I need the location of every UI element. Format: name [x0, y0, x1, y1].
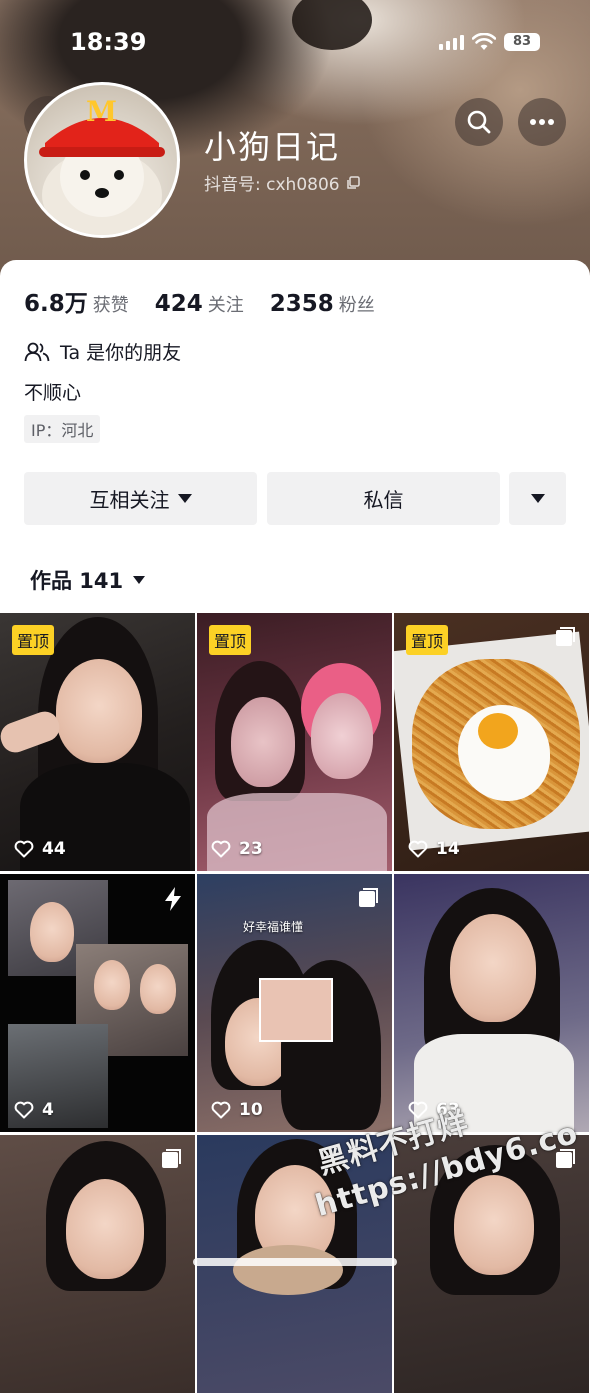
- caret-down-icon: [530, 494, 545, 503]
- signal-icon: [439, 34, 464, 50]
- hat-logo: M: [86, 95, 117, 128]
- heart-icon: [211, 1101, 231, 1119]
- wifi-icon: [472, 33, 496, 50]
- post-tile[interactable]: 4: [0, 874, 195, 1132]
- friend-text: Ta 是你的朋友: [60, 342, 182, 364]
- gallery-icon: [556, 627, 575, 646]
- heart-icon: [14, 1101, 34, 1119]
- status-bar: 18:39 83: [0, 0, 590, 88]
- like-count: 4: [14, 1100, 54, 1120]
- post-thumbnail: [259, 978, 333, 1042]
- search-button[interactable]: [455, 98, 503, 146]
- status-time: 18:39: [70, 28, 147, 56]
- works-label: 作品 141: [30, 569, 124, 593]
- douyin-id: 抖音号: cxh0806: [204, 175, 340, 195]
- ip-location: IP：河北: [24, 415, 101, 443]
- pinned-badge: 置顶: [12, 625, 55, 655]
- profile-name: 小狗日记: [204, 128, 341, 166]
- post-tile[interactable]: 置顶 14: [394, 613, 589, 871]
- status-icons: 83: [439, 33, 540, 51]
- stat-following[interactable]: 424 关注: [155, 291, 244, 317]
- pinned-badge: 置顶: [406, 625, 449, 655]
- more-button[interactable]: [518, 98, 566, 146]
- post-tile[interactable]: 好幸福谁懂 10: [197, 874, 392, 1132]
- message-label: 私信: [363, 488, 404, 512]
- bio-text: 不顺心: [24, 382, 82, 404]
- post-tile[interactable]: [0, 1135, 195, 1393]
- works-tab[interactable]: 作品 141: [30, 565, 146, 595]
- heart-icon: [211, 840, 231, 858]
- avatar[interactable]: M: [24, 82, 180, 238]
- mutual-follow-button[interactable]: 互相关注: [24, 472, 257, 525]
- gallery-icon: [359, 888, 378, 907]
- stat-followers[interactable]: 2358 粉丝: [270, 291, 375, 317]
- stats-row: 6.8万 获赞 424 关注 2358 粉丝: [24, 284, 375, 318]
- pinned-badge: 置顶: [209, 625, 252, 655]
- post-thumbnail: [311, 693, 373, 779]
- like-count: 10: [211, 1100, 263, 1120]
- douyin-id-row[interactable]: 抖音号: cxh0806: [204, 170, 360, 195]
- heart-icon: [408, 840, 428, 858]
- friends-icon: [24, 342, 50, 361]
- post-tile[interactable]: 置顶 23: [197, 613, 392, 871]
- home-indicator[interactable]: [193, 1258, 397, 1266]
- post-thumbnail: [454, 1175, 534, 1275]
- mutual-follow-label: 互相关注: [89, 488, 170, 512]
- caret-down-icon: [177, 494, 192, 503]
- post-caption-overlay: 好幸福谁懂: [243, 920, 304, 934]
- post-thumbnail: [56, 659, 142, 763]
- heart-icon: [14, 840, 34, 858]
- message-button[interactable]: 私信: [267, 472, 500, 525]
- battery-indicator: 83: [504, 33, 540, 51]
- like-count: 44: [14, 839, 66, 859]
- like-count: 23: [211, 839, 263, 859]
- post-tile[interactable]: 置顶 44: [0, 613, 195, 871]
- copy-icon[interactable]: [346, 175, 360, 190]
- search-icon: [467, 110, 491, 134]
- more-icon: [530, 119, 554, 125]
- stat-likes[interactable]: 6.8万 获赞: [24, 284, 129, 318]
- flash-icon: [165, 887, 181, 911]
- like-count: 14: [408, 839, 460, 859]
- more-actions-button[interactable]: [509, 472, 566, 525]
- caret-down-icon: [133, 576, 146, 584]
- gallery-icon: [162, 1149, 181, 1168]
- post-thumbnail: [450, 914, 536, 1022]
- post-thumbnail: [66, 1179, 144, 1279]
- friend-indicator: Ta 是你的朋友: [24, 338, 181, 365]
